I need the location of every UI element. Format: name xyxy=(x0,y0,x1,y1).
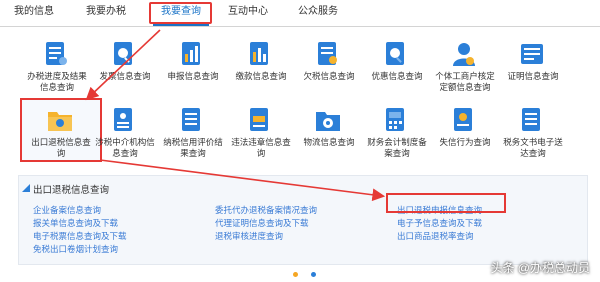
arrow-item-to-link xyxy=(99,159,386,202)
page-dot-1[interactable] xyxy=(293,272,298,277)
arrow-tab-to-item xyxy=(85,29,161,101)
annotation-arrows xyxy=(85,29,386,202)
watermark: 头条 @办税总动员 xyxy=(490,261,590,275)
page-dot-2[interactable] xyxy=(311,272,316,277)
